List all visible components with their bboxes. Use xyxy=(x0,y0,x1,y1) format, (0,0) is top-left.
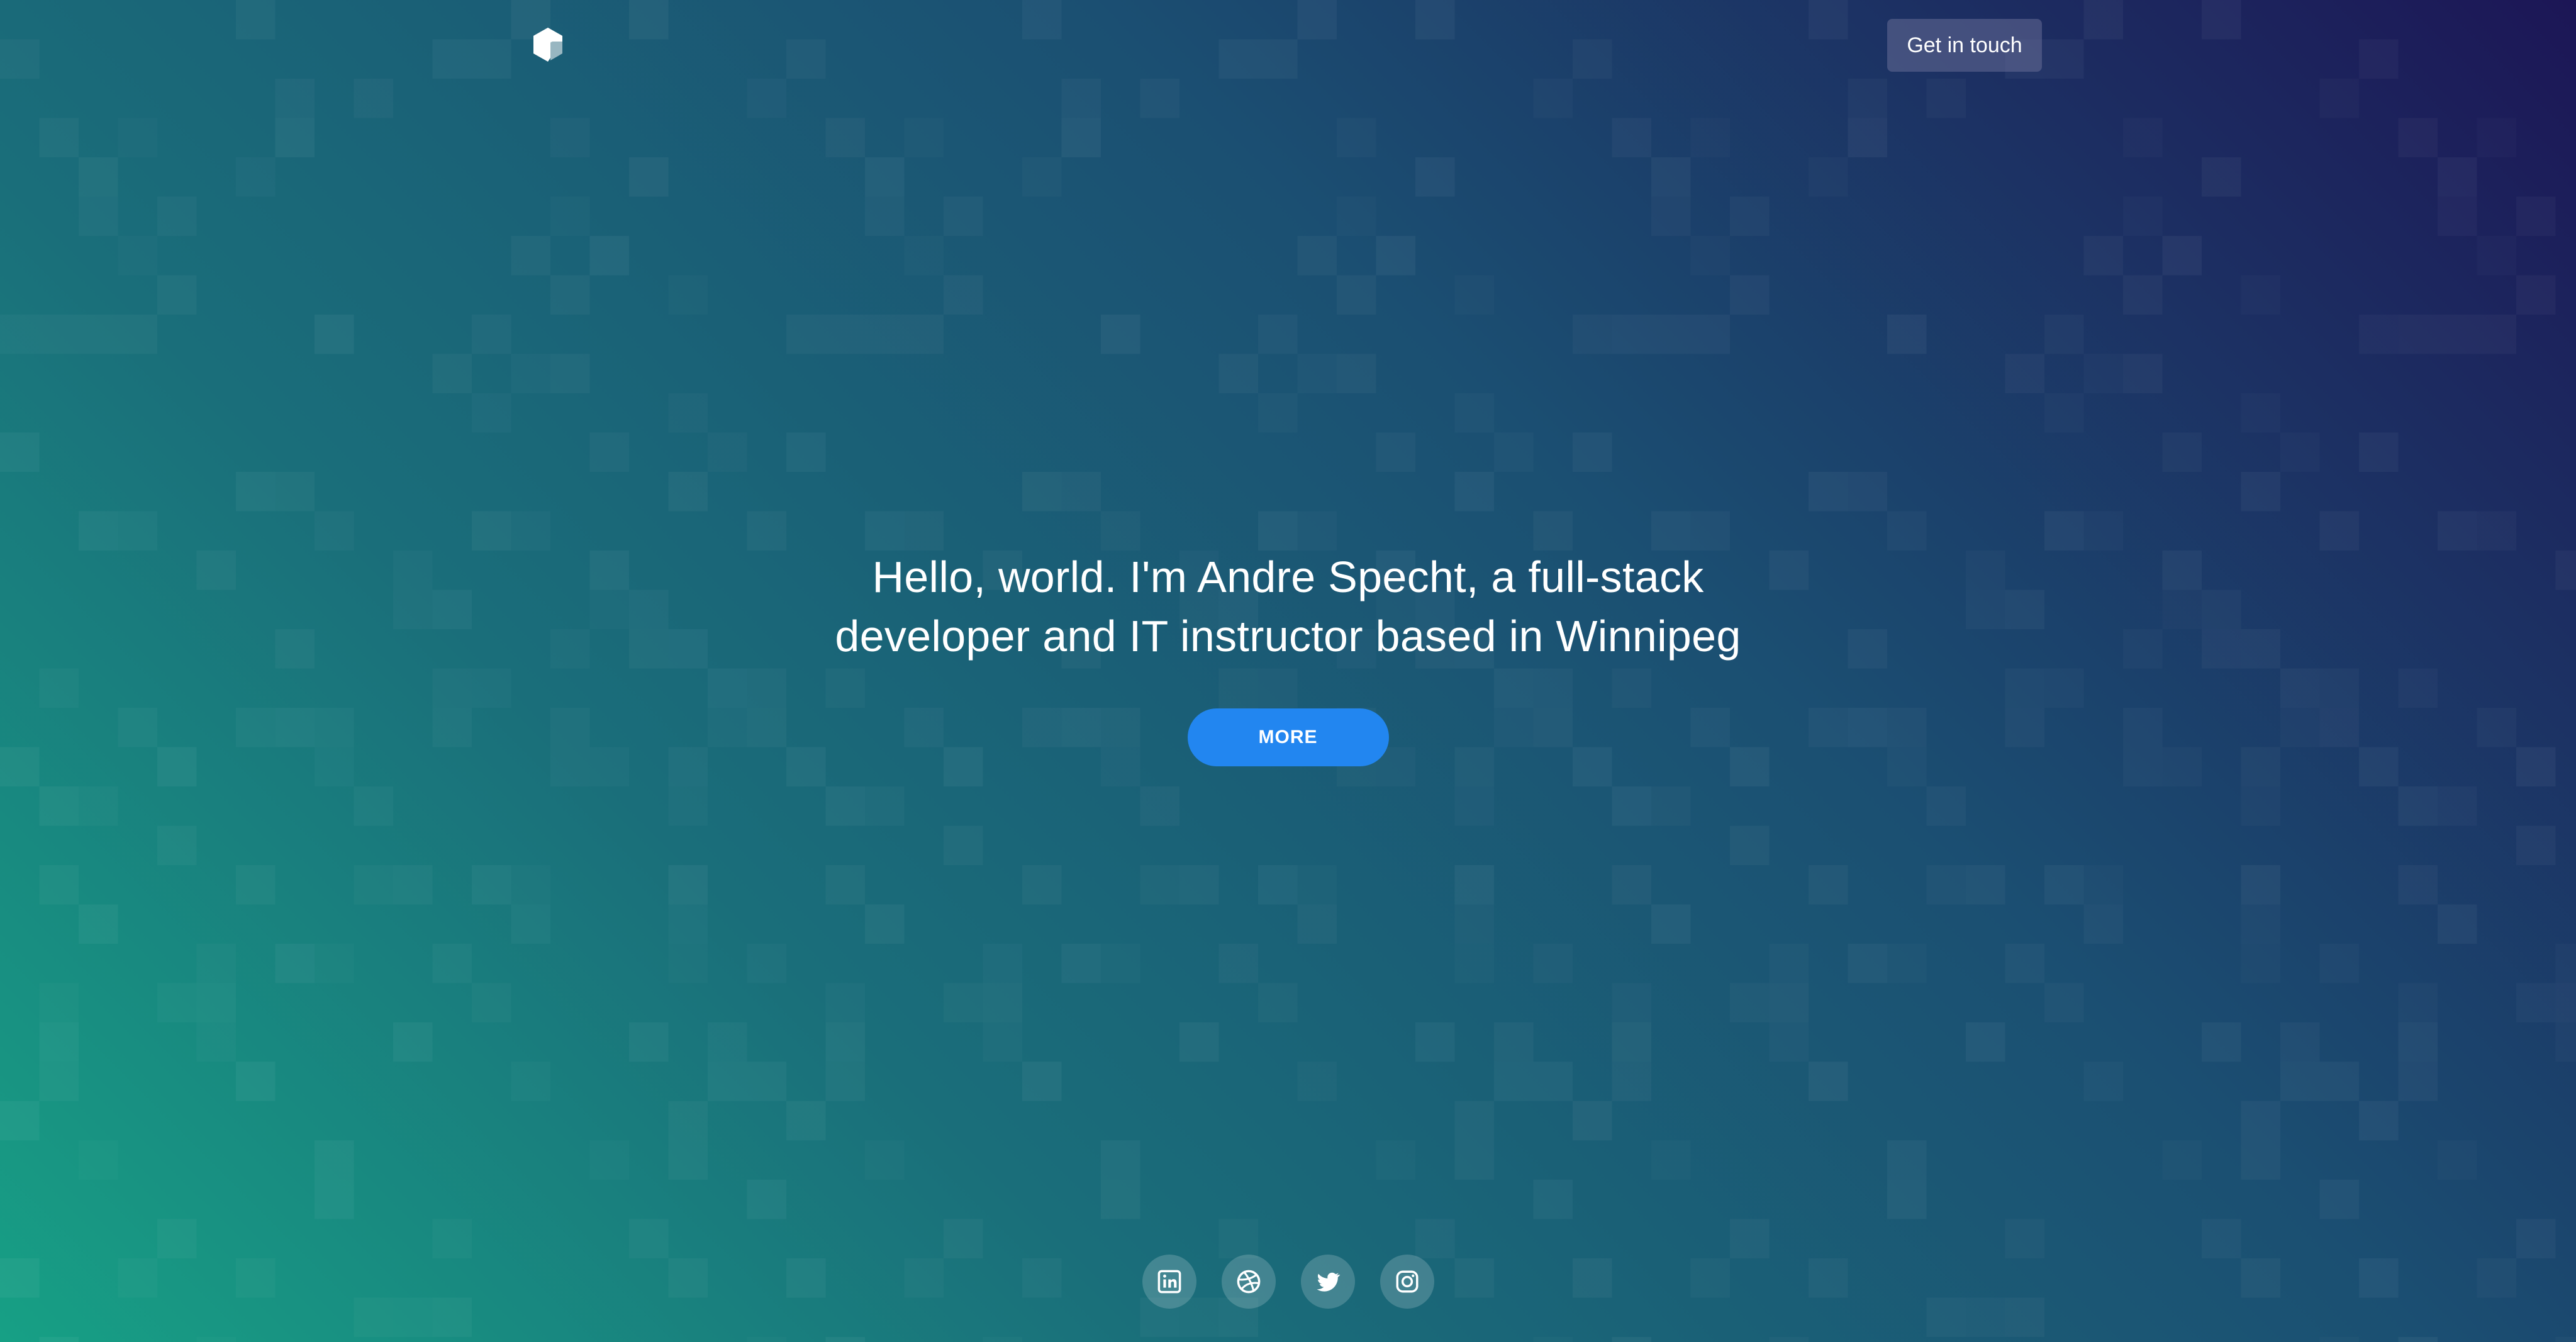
hero-title: Hello, world. I'm Andre Specht, a full-s… xyxy=(817,547,1760,666)
get-in-touch-button[interactable]: Get in touch xyxy=(1887,19,2042,72)
site-header: Get in touch xyxy=(0,0,2576,101)
dribbble-link[interactable] xyxy=(1221,1255,1276,1309)
more-button[interactable]: MORE xyxy=(1187,708,1389,766)
cube-logo-icon[interactable] xyxy=(532,26,564,63)
linkedin-link[interactable] xyxy=(1142,1255,1196,1309)
instagram-link[interactable] xyxy=(1380,1255,1434,1309)
instagram-icon xyxy=(1396,1270,1418,1293)
twitter-link[interactable] xyxy=(1300,1255,1355,1309)
twitter-icon xyxy=(1317,1272,1340,1292)
social-links xyxy=(0,1255,2576,1309)
hero-title-line-2: developer and IT instructor based in Win… xyxy=(835,612,1741,661)
hero-title-line-1: Hello, world. I'm Andre Specht, a full-s… xyxy=(872,552,1704,601)
hero-section: Hello, world. I'm Andre Specht, a full-s… xyxy=(0,547,2576,766)
dribbble-icon xyxy=(1237,1270,1260,1294)
linkedin-icon xyxy=(1157,1270,1181,1294)
